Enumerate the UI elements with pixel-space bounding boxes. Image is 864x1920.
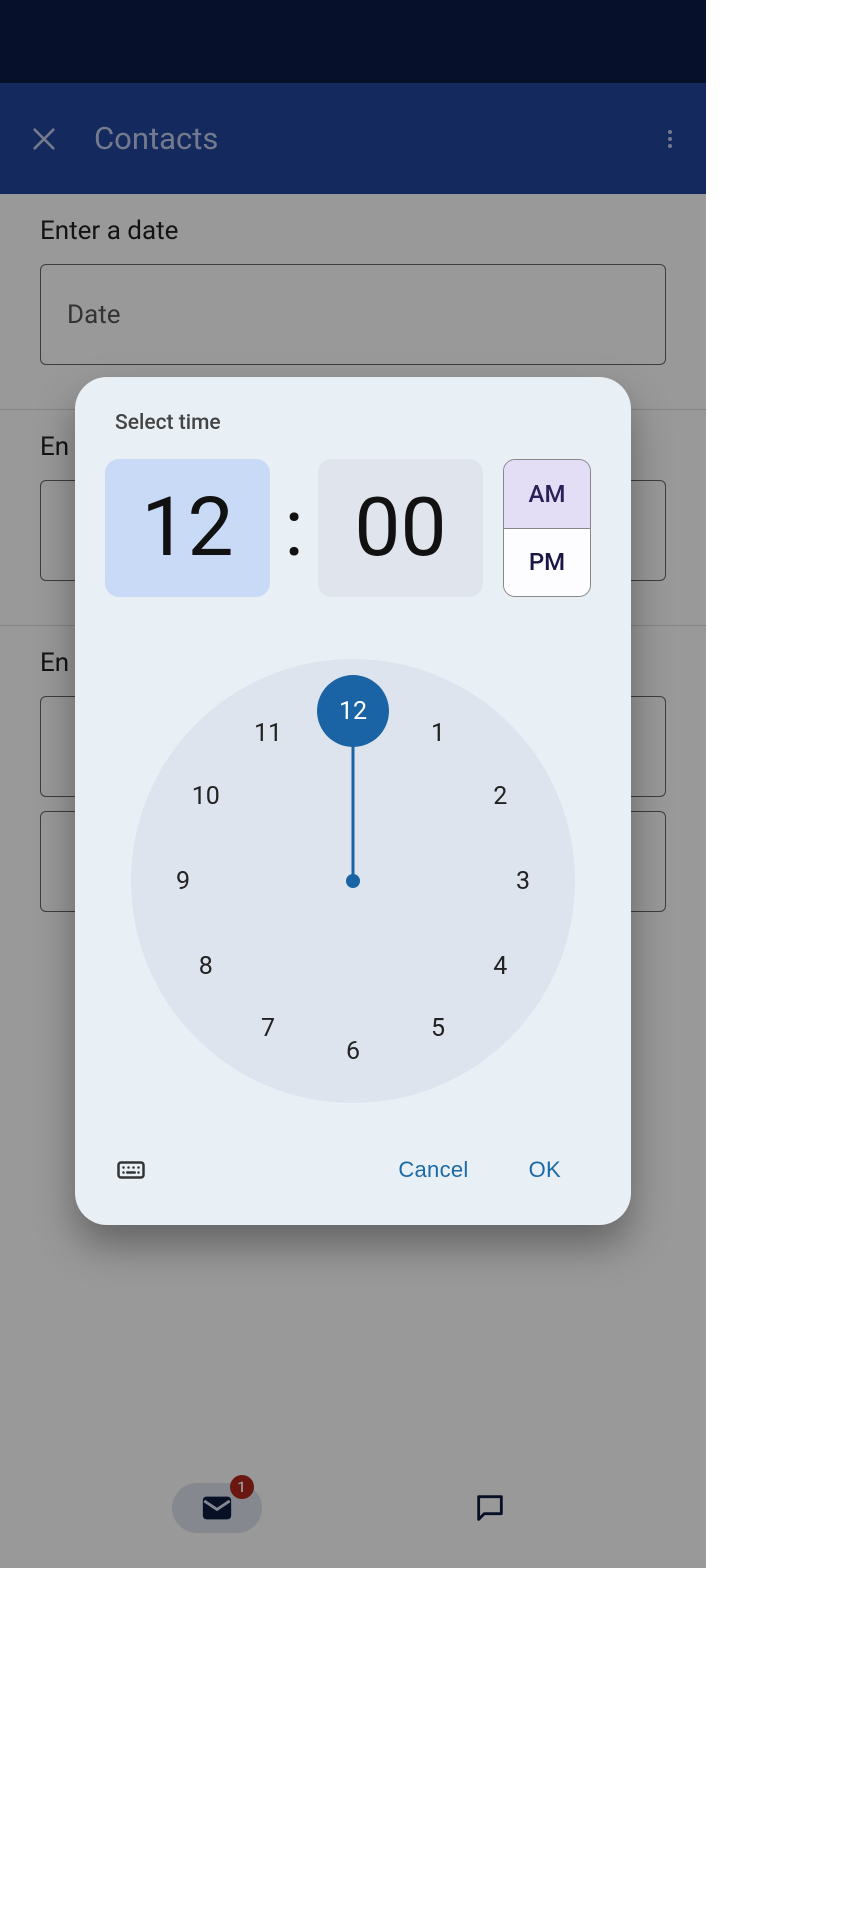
clock-hour-4[interactable]: 4 xyxy=(472,938,528,994)
clock-hour-9[interactable]: 9 xyxy=(155,853,211,909)
clock-hour-11[interactable]: 11 xyxy=(240,706,296,762)
clock-hour-1[interactable]: 1 xyxy=(410,706,466,762)
clock-hour-10[interactable]: 10 xyxy=(178,768,234,824)
am-button[interactable]: AM xyxy=(504,460,590,529)
clock-hour-selected[interactable]: 12 xyxy=(317,675,389,747)
clock-hour-2[interactable]: 2 xyxy=(472,768,528,824)
dialog-title: Select time xyxy=(105,407,601,459)
time-display-row: 12 : 00 AM PM xyxy=(105,459,601,597)
time-colon: : xyxy=(280,459,308,597)
clock-hour-3[interactable]: 3 xyxy=(495,853,551,909)
time-picker-dialog: Select time 12 : 00 AM PM 12123456789101… xyxy=(75,377,631,1225)
dialog-actions: Cancel OK xyxy=(105,1133,601,1207)
clock-face-container: 12 12 3 45678 9 1011 xyxy=(105,597,601,1133)
clock-hour-7[interactable]: 7 xyxy=(240,1000,296,1056)
clock-hour-5[interactable]: 5 xyxy=(410,1000,466,1056)
pm-button[interactable]: PM xyxy=(504,529,590,597)
clock-face[interactable]: 12 12 3 45678 9 1011 xyxy=(131,659,575,1103)
clock-hour-6[interactable]: 6 xyxy=(325,1023,381,1079)
ampm-toggle: AM PM xyxy=(503,459,591,597)
minute-selector[interactable]: 00 xyxy=(318,459,483,597)
hour-selector[interactable]: 12 xyxy=(105,459,270,597)
clock-hour-8[interactable]: 8 xyxy=(178,938,234,994)
keyboard-icon[interactable] xyxy=(111,1150,151,1190)
clock-center xyxy=(346,874,360,888)
cancel-button[interactable]: Cancel xyxy=(368,1143,498,1197)
ok-button[interactable]: OK xyxy=(499,1143,591,1197)
